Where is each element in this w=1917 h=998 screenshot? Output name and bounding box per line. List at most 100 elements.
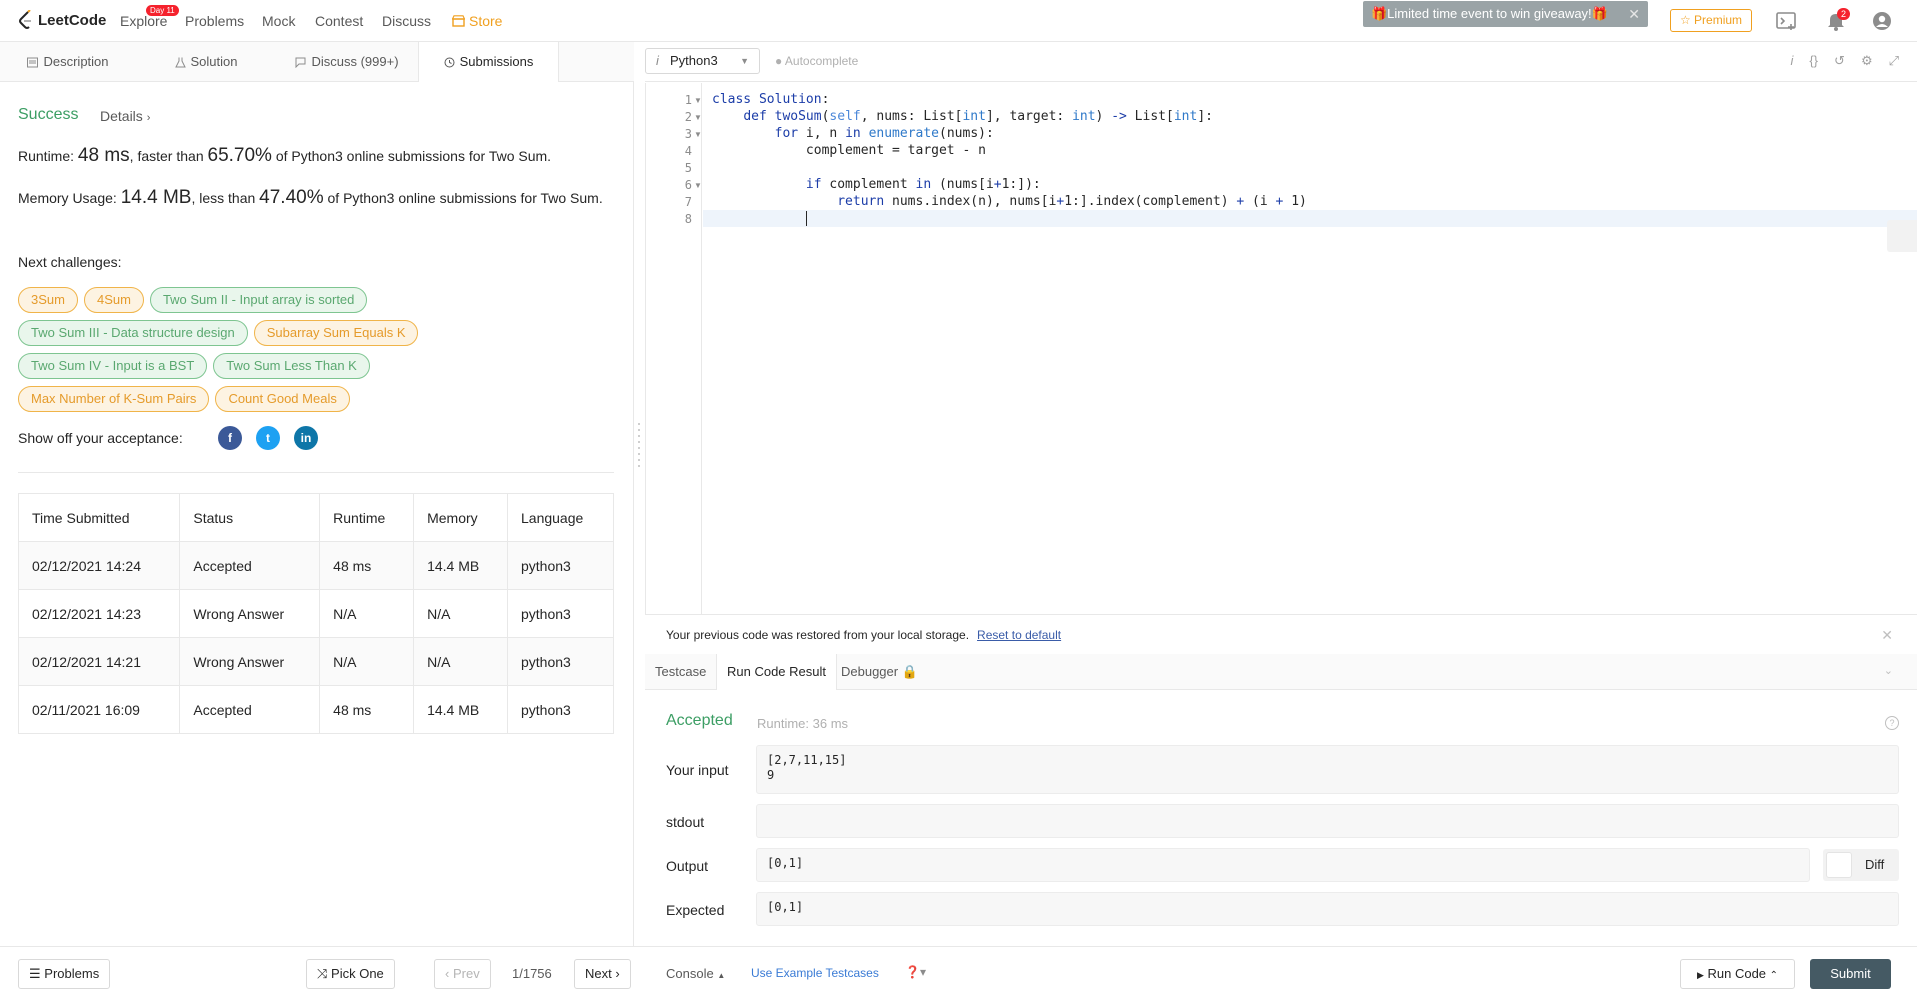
problems-label: Problems [44, 966, 100, 981]
info-icon: i [656, 53, 659, 68]
status-cell[interactable]: Wrong Answer [179, 589, 321, 638]
your-input-box: [2,7,11,15] 9 [756, 745, 1899, 794]
twitter-icon[interactable]: t [256, 426, 280, 450]
runtime-cell: 48 ms [319, 541, 415, 590]
premium-button[interactable]: ☆ Premium [1670, 9, 1752, 32]
fold-icon[interactable]: ▼ [694, 181, 702, 190]
autocomplete-label: Autocomplete [784, 54, 859, 68]
tab-solution[interactable]: Solution [136, 42, 276, 82]
code-editor[interactable]: 1 2 3 4 5 6 7 8 ▼ ▼ ▼ ▼ class Solution: … [645, 83, 1917, 614]
tab-run-code-result[interactable]: Run Code Result [716, 654, 837, 690]
tab-submissions[interactable]: Submissions [418, 42, 559, 82]
fold-icon[interactable]: ▼ [694, 130, 702, 139]
linkedin-icon[interactable]: in [294, 426, 318, 450]
challenge-chip[interactable]: Two Sum Less Than K [213, 353, 370, 379]
challenge-chip[interactable]: Two Sum II - Input array is sorted [149, 287, 368, 313]
store-label: Store [469, 13, 503, 29]
help-dropdown-icon[interactable]: ❓▾ [905, 965, 926, 979]
pick-one-label: Pick One [331, 966, 384, 981]
format-braces-icon[interactable]: {} [1809, 53, 1818, 69]
playground-icon[interactable] [1776, 11, 1798, 31]
challenge-chip[interactable]: Count Good Meals [215, 386, 350, 412]
next-label: Next [585, 966, 612, 981]
pick-one-button[interactable]: ⤨ Pick One [306, 959, 395, 989]
clock-icon [444, 57, 455, 67]
problem-tabs: Description Solution Discuss (999+) Subm… [0, 42, 634, 82]
status-cell[interactable]: Accepted [179, 541, 321, 590]
run-code-button[interactable]: ▶ Run Code ⌃ [1680, 959, 1795, 989]
problems-list-button[interactable]: ☰ Problems [18, 959, 111, 989]
output-label: Output [666, 858, 709, 874]
user-avatar-icon[interactable] [1871, 11, 1893, 31]
challenge-chip[interactable]: Two Sum III - Data structure design [18, 320, 248, 346]
tab-debugger[interactable]: Debugger 🔒 [831, 654, 928, 690]
details-label: Details [100, 108, 143, 124]
giveaway-banner[interactable]: 🎁Limited time event to win giveaway!🎁 ✕ [1363, 1, 1648, 27]
code-line: if complement in (nums[i+1:]): [805, 177, 1041, 192]
tab-testcase[interactable]: Testcase [645, 654, 716, 690]
tab-description[interactable]: Description [0, 42, 136, 82]
status-cell[interactable]: Accepted [179, 685, 321, 734]
console-toggle[interactable]: Console ▲ [666, 966, 725, 981]
tab-discuss[interactable]: Discuss (999+) [276, 42, 418, 82]
challenge-chip[interactable]: Max Number of K-Sum Pairs [18, 386, 210, 412]
notification-count-badge: 2 [1837, 8, 1851, 20]
submit-button[interactable]: Submit [1810, 959, 1891, 989]
next-button[interactable]: Next › [574, 959, 631, 989]
pane-resize-handle[interactable] [637, 420, 641, 468]
nav-mock[interactable]: Mock [262, 13, 295, 29]
table-row[interactable]: 02/12/2021 14:23 Wrong Answer N/A N/A py… [17, 589, 614, 638]
nav-contest[interactable]: Contest [315, 13, 363, 29]
language-select[interactable]: i Python3 ▼ [645, 48, 760, 74]
memory-stat: Memory Usage: 14.4 MB, less than 47.40% … [18, 188, 608, 208]
nav-problems[interactable]: Problems [185, 13, 244, 29]
nav-discuss[interactable]: Discuss [382, 13, 431, 29]
challenge-chip[interactable]: 3Sum [18, 287, 78, 313]
memory-label: Memory Usage: [18, 190, 121, 206]
caret-down-icon: ▼ [740, 56, 749, 66]
fold-icon[interactable]: ▼ [694, 113, 702, 122]
use-example-testcases-link[interactable]: Use Example Testcases [751, 966, 879, 980]
close-icon[interactable]: ✕ [1881, 615, 1893, 655]
your-input-label: Your input [666, 762, 729, 778]
line-number: 1 [684, 93, 692, 107]
fullscreen-icon[interactable]: ⤢ [1889, 53, 1899, 69]
run-code-label: Run Code [1707, 966, 1767, 981]
table-row[interactable]: 02/12/2021 14:24 Accepted 48 ms 14.4 MB … [17, 541, 614, 590]
status-cell[interactable]: Wrong Answer [179, 637, 321, 686]
code-line: class Solution: [712, 92, 830, 107]
leetcode-logo-icon [19, 10, 31, 29]
challenge-chip[interactable]: Two Sum IV - Input is a BST [18, 353, 208, 379]
fold-icon[interactable]: ▼ [694, 96, 702, 105]
line-number: 4 [684, 144, 692, 158]
challenge-chip[interactable]: 4Sum [83, 287, 144, 313]
table-row[interactable]: 02/11/2021 16:09 Accepted 48 ms 14.4 MB … [17, 685, 614, 734]
runtime-tail: of Python3 online submissions for Two Su… [271, 148, 552, 164]
help-icon[interactable]: ? [1885, 716, 1899, 730]
caret-up-icon: ⌃ [1769, 970, 1779, 981]
challenge-chip[interactable]: Subarray Sum Equals K [253, 320, 419, 346]
close-icon[interactable]: ✕ [1628, 1, 1640, 27]
reset-icon[interactable]: ↺ [1834, 53, 1845, 69]
facebook-icon[interactable]: f [218, 426, 242, 450]
diff-toggle[interactable]: Diff [1823, 849, 1899, 881]
info-icon[interactable]: i [1790, 53, 1793, 69]
table-row[interactable]: 02/12/2021 14:21 Wrong Answer N/A N/A py… [17, 637, 614, 686]
code-line: def twoSum(self, nums: List[int], target… [743, 109, 1213, 124]
diff-switch[interactable] [1826, 852, 1852, 878]
nav-store[interactable]: Store [452, 13, 502, 29]
console-tabs: Testcase Run Code Result Debugger 🔒 ⌄ [645, 654, 1917, 690]
leetcode-logo[interactable]: LeetCode [18, 10, 106, 30]
details-link[interactable]: Details › [100, 108, 150, 124]
memory-cell: 14.4 MB [413, 685, 508, 734]
run-result-status: Accepted [666, 712, 733, 729]
memory-percentile: 47.40% [259, 187, 324, 208]
chevron-right-icon: › [146, 112, 151, 124]
autocomplete-toggle[interactable]: ● Autocomplete [775, 54, 858, 68]
chevron-down-icon[interactable]: ⌄ [1884, 664, 1893, 677]
chevron-left-icon: ‹ [445, 966, 450, 981]
reset-to-default-link[interactable]: Reset to default [977, 628, 1061, 642]
settings-icon[interactable]: ⚙ [1861, 53, 1873, 69]
side-panel-tab[interactable] [1887, 220, 1917, 252]
prev-button[interactable]: ‹ Prev [434, 959, 491, 989]
